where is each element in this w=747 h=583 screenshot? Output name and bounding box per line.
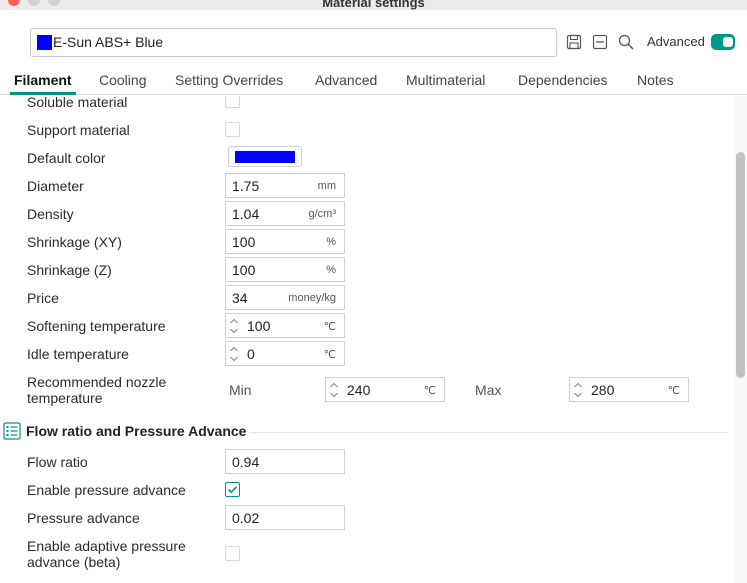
advanced-label: Advanced <box>647 34 705 49</box>
tab-setting-overrides[interactable]: Setting Overrides <box>175 72 283 88</box>
tab-filament[interactable]: Filament <box>14 72 72 88</box>
nozzle-temperature-label-line2: temperature <box>27 390 103 406</box>
soluble-material-label: Soluble material <box>27 96 128 110</box>
shrinkage-z-value: 100 <box>232 262 256 278</box>
tab-multimaterial[interactable]: Multimaterial <box>406 72 485 88</box>
nozzle-max-spinbox[interactable]: 280 ℃ <box>569 377 689 402</box>
checkmark-icon <box>227 486 238 494</box>
support-material-checkbox[interactable] <box>225 122 240 137</box>
softening-temperature-value: 100 <box>247 318 271 334</box>
enable-pressure-advance-label: Enable pressure advance <box>27 482 186 498</box>
settings-panel: Soluble material Support material Defaul… <box>0 96 733 583</box>
idle-temperature-label: Idle temperature <box>27 346 129 362</box>
flow-ratio-label: Flow ratio <box>27 454 88 470</box>
search-icon[interactable] <box>617 33 635 51</box>
density-unit: g/cm³ <box>308 208 337 220</box>
preset-combobox[interactable]: E-Sun ABS+ Blue <box>30 28 557 57</box>
adaptive-pressure-advance-label-line2: advance (beta) <box>27 554 121 570</box>
tab-advanced[interactable]: Advanced <box>315 72 377 88</box>
flow-section-title: Flow ratio and Pressure Advance <box>26 423 247 439</box>
tab-cooling[interactable]: Cooling <box>99 72 146 88</box>
diameter-field[interactable]: 1.75 mm <box>225 173 345 198</box>
title-bar: Material settings <box>0 0 747 10</box>
shrinkage-xy-value: 100 <box>232 234 256 250</box>
toggle-knob <box>723 37 733 47</box>
spin-arrows-icon[interactable] <box>573 381 583 399</box>
list-settings-icon <box>3 422 21 440</box>
shrinkage-z-unit: % <box>326 264 336 276</box>
support-material-label: Support material <box>27 122 130 138</box>
default-color-swatch <box>235 151 295 163</box>
shrinkage-xy-unit: % <box>326 236 336 248</box>
price-unit: money/kg <box>288 292 336 304</box>
adaptive-pressure-advance-label-line1: Enable adaptive pressure <box>27 538 186 554</box>
collapse-icon[interactable] <box>591 33 609 51</box>
window-title: Material settings <box>322 0 425 10</box>
preset-name: E-Sun ABS+ Blue <box>53 34 164 50</box>
save-icon[interactable] <box>565 33 583 51</box>
diameter-unit: mm <box>317 180 336 192</box>
nozzle-max-value: 280 <box>591 382 615 398</box>
idle-temperature-value: 0 <box>247 346 255 362</box>
price-label: Price <box>27 290 59 306</box>
nozzle-min-spinbox[interactable]: 240 ℃ <box>325 377 445 402</box>
enable-pressure-advance-checkbox[interactable] <box>225 482 240 497</box>
idle-temperature-unit: ℃ <box>323 349 336 361</box>
flow-ratio-field[interactable]: 0.94 <box>225 449 345 474</box>
density-value: 1.04 <box>232 206 260 222</box>
default-color-label: Default color <box>27 150 106 166</box>
nozzle-max-unit: ℃ <box>667 385 680 397</box>
adaptive-pressure-advance-checkbox[interactable] <box>225 546 240 561</box>
price-field[interactable]: 34 money/kg <box>225 285 345 310</box>
flow-ratio-value: 0.94 <box>232 454 260 470</box>
softening-temperature-unit: ℃ <box>323 321 336 333</box>
idle-temperature-spinbox[interactable]: 0 ℃ <box>225 341 345 366</box>
shrinkage-z-label: Shrinkage (Z) <box>27 262 112 278</box>
section-divider <box>250 432 728 433</box>
shrinkage-xy-field[interactable]: 100 % <box>225 229 345 254</box>
density-label: Density <box>27 206 74 222</box>
nozzle-min-value: 240 <box>347 382 371 398</box>
soluble-material-checkbox[interactable] <box>225 96 240 108</box>
preset-color-swatch <box>37 35 52 50</box>
shrinkage-z-field[interactable]: 100 % <box>225 257 345 282</box>
scrollbar-thumb[interactable] <box>736 152 745 378</box>
softening-temperature-label: Softening temperature <box>27 318 166 334</box>
tab-dependencies[interactable]: Dependencies <box>518 72 608 88</box>
spin-arrows-icon[interactable] <box>229 345 239 363</box>
pressure-advance-field[interactable]: 0.02 <box>225 505 345 530</box>
spin-arrows-icon[interactable] <box>229 317 239 335</box>
density-field[interactable]: 1.04 g/cm³ <box>225 201 345 226</box>
active-tab-indicator <box>10 92 76 95</box>
advanced-toggle[interactable] <box>711 34 735 50</box>
default-color-button[interactable] <box>228 146 302 167</box>
nozzle-max-label: Max <box>475 382 502 398</box>
nozzle-min-unit: ℃ <box>423 385 436 397</box>
shrinkage-xy-label: Shrinkage (XY) <box>27 234 122 250</box>
nozzle-min-label: Min <box>229 382 252 398</box>
spin-arrows-icon[interactable] <box>329 381 339 399</box>
pressure-advance-label: Pressure advance <box>27 510 140 526</box>
pressure-advance-value: 0.02 <box>232 510 260 526</box>
tab-notes[interactable]: Notes <box>637 72 674 88</box>
diameter-value: 1.75 <box>232 178 260 194</box>
diameter-label: Diameter <box>27 178 84 194</box>
softening-temperature-spinbox[interactable]: 100 ℃ <box>225 313 345 338</box>
nozzle-temperature-label-line1: Recommended nozzle <box>27 374 167 390</box>
tab-bar: Filament Cooling Setting Overrides Advan… <box>0 68 747 95</box>
price-value: 34 <box>232 290 248 306</box>
